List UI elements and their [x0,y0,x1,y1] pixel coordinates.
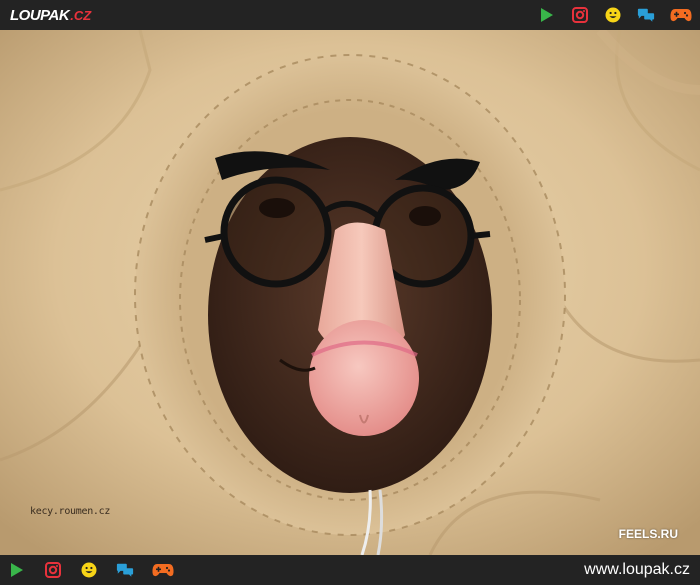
watermark-left: kecy.roumen.cz [30,506,111,517]
smiley-icon[interactable] [80,561,98,579]
meme-photo: kecy.roumen.cz FEELS.RU [0,30,700,555]
play-icon[interactable] [8,561,26,579]
top-bar: LOUPAK .CZ [0,0,700,30]
gamepad-icon[interactable] [152,561,174,579]
top-icon-group [538,6,692,24]
chat-icon[interactable] [116,561,134,579]
bottom-icon-group [8,561,174,579]
site-url-link[interactable]: www.loupak.cz [584,561,690,579]
watermark-right: FEELS.RU [618,527,678,541]
instagram-icon[interactable] [571,6,589,24]
play-icon[interactable] [538,6,556,24]
logo-tld-text: .CZ [70,7,92,23]
smiley-icon[interactable] [604,6,622,24]
instagram-icon[interactable] [44,561,62,579]
chat-icon[interactable] [637,6,655,24]
logo-main-text: LOUPAK [10,6,70,24]
gamepad-icon[interactable] [670,6,692,24]
site-logo[interactable]: LOUPAK .CZ [10,7,91,24]
photo-illustration [0,30,700,555]
bottom-bar: www.loupak.cz [0,555,700,585]
